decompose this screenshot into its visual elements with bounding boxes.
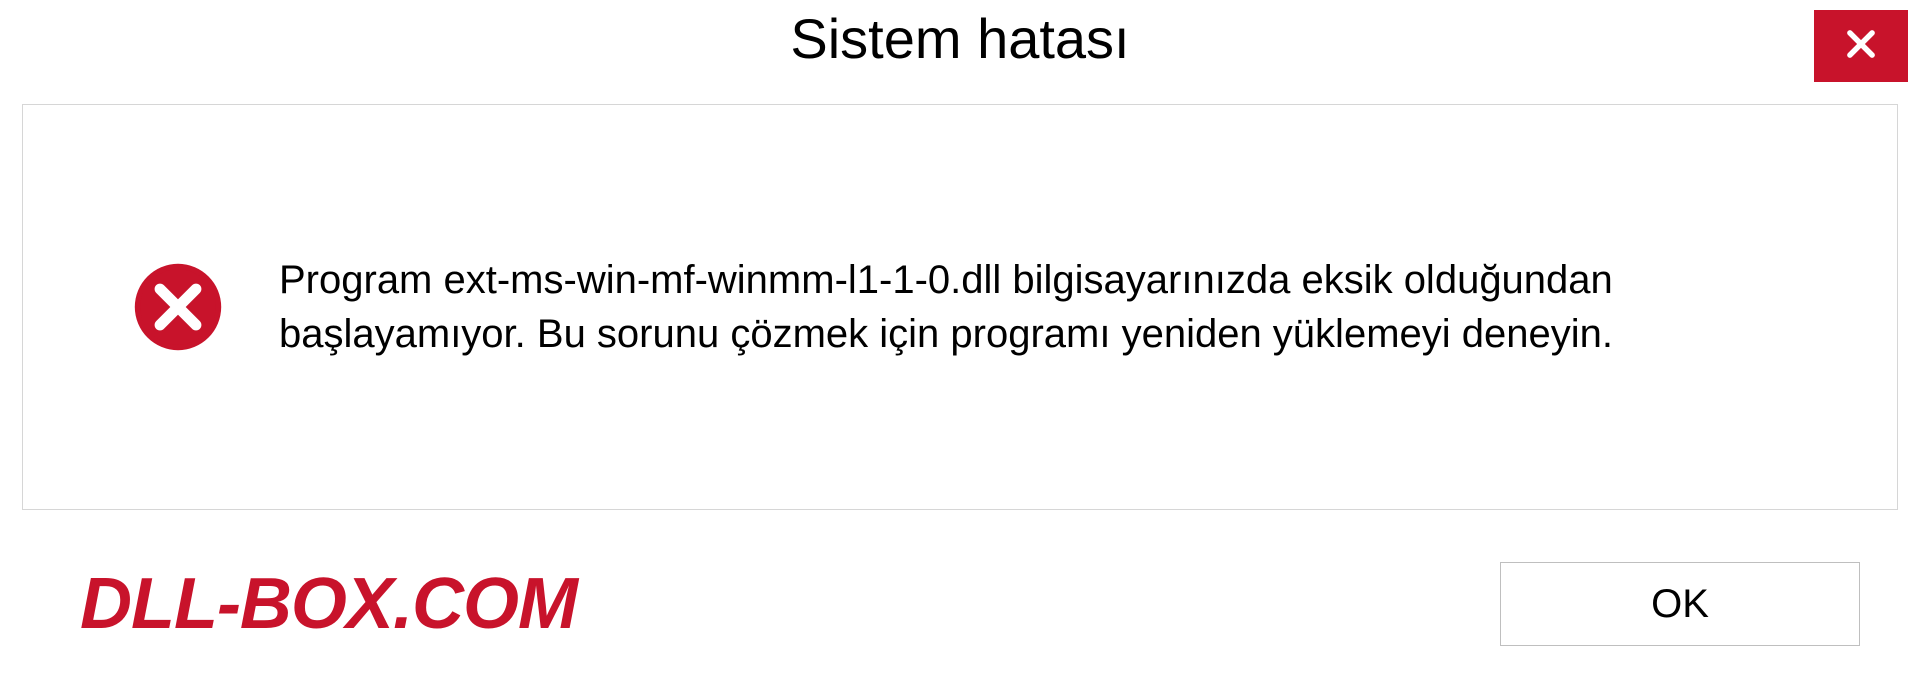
dialog-title: Sistem hatası <box>790 6 1129 71</box>
error-message: Program ext-ms-win-mf-winmm-l1-1-0.dll b… <box>279 253 1817 361</box>
bottom-bar: DLL-BOX.COM OK <box>0 516 1920 692</box>
ok-button[interactable]: OK <box>1500 562 1860 646</box>
titlebar: Sistem hatası <box>0 0 1920 100</box>
content-panel: Program ext-ms-win-mf-winmm-l1-1-0.dll b… <box>22 104 1898 510</box>
close-button[interactable] <box>1814 10 1908 82</box>
error-icon <box>133 262 223 352</box>
watermark-text: DLL-BOX.COM <box>80 563 577 645</box>
close-icon <box>1842 25 1880 68</box>
